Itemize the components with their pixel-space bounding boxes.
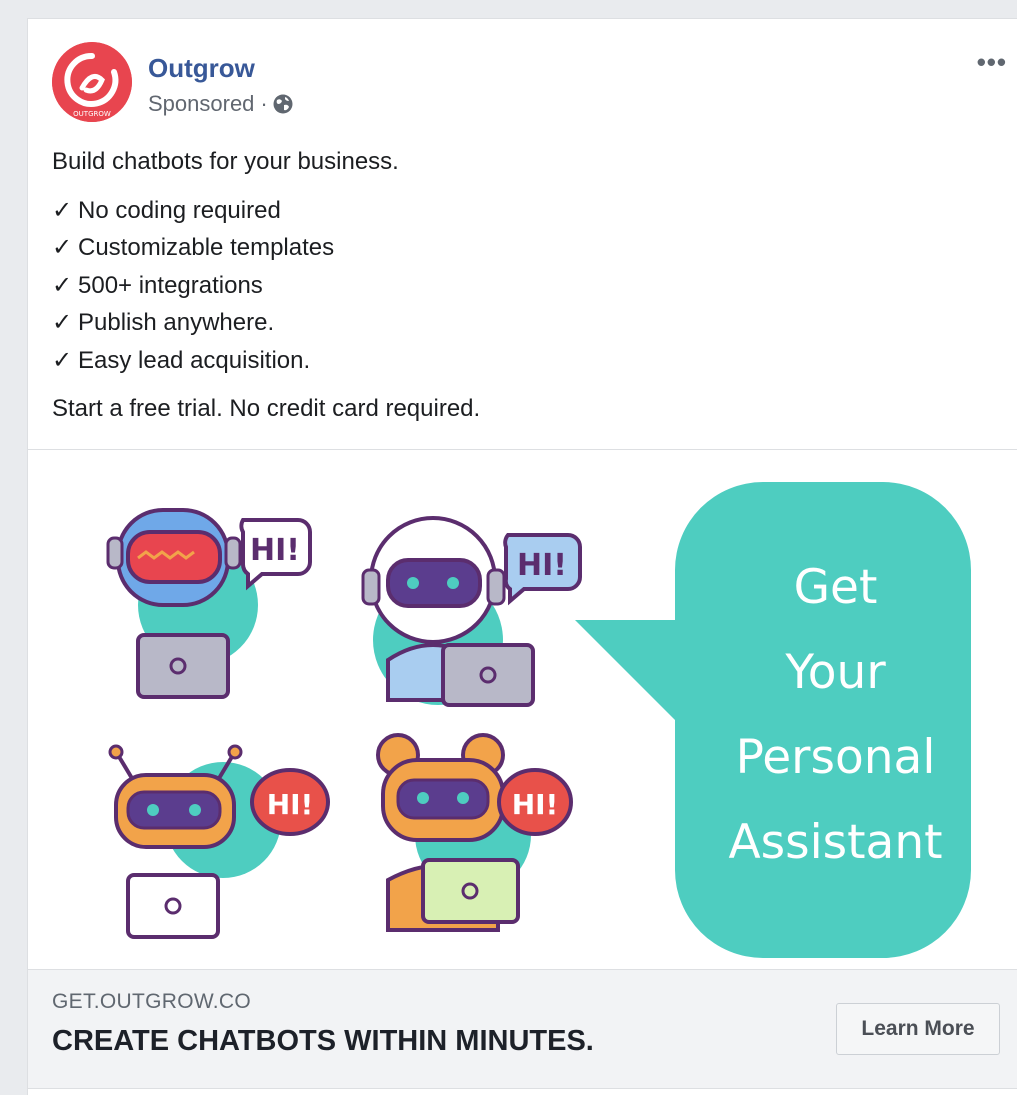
sponsored-label[interactable]: Sponsored [148, 91, 254, 117]
feature-text: Easy lead acquisition. [78, 346, 311, 374]
bubble-line: Personal [735, 730, 936, 785]
feature-item: ✓ No coding required [52, 192, 992, 230]
post-meta: Sponsored · [148, 91, 294, 117]
feature-text: Customizable templates [78, 234, 335, 261]
feature-item: ✓ Customizable templates [52, 229, 992, 267]
learn-more-button[interactable]: Learn More [836, 1003, 1000, 1055]
check-icon: ✓ [52, 196, 73, 224]
bubble-line: Assistant [728, 815, 943, 870]
post-body: Build chatbots for your business. ✓ No co… [52, 143, 992, 428]
speech-bubble-text: Get Your Personal Assistant [678, 545, 993, 885]
ad-image[interactable]: HI! HI! HI! HI! Get Your Personal Assist… [28, 449, 1017, 970]
logo-wordmark: OUTGROW [73, 110, 111, 118]
feature-text: 500+ integrations [78, 271, 263, 299]
globe-icon[interactable] [272, 93, 294, 115]
more-options-button[interactable]: ••• [977, 47, 1007, 78]
page-name-link[interactable]: Outgrow [148, 53, 255, 84]
check-icon: ✓ [52, 234, 73, 261]
feature-item: ✓ Easy lead acquisition. [52, 342, 992, 380]
greeting-text: HI! [250, 533, 300, 568]
post-intro: Build chatbots for your business. [52, 148, 399, 175]
greeting-text: HI! [267, 788, 314, 821]
feature-text: Publish anywhere. [78, 309, 275, 336]
post-closing: Start a free trial. No credit card requi… [52, 395, 481, 422]
ad-post-card: OUTGROW Outgrow Sponsored · ••• Build ch… [27, 18, 1017, 1095]
white-robot-illustration: HI! [361, 516, 582, 707]
check-icon: ✓ [52, 271, 73, 299]
bear-robot-illustration: HI! [376, 733, 573, 932]
bubble-line: Your [785, 645, 886, 700]
check-icon: ✓ [52, 346, 73, 374]
greeting-text: HI! [512, 788, 559, 821]
outgrow-logo-icon: OUTGROW [52, 42, 132, 122]
feature-list: ✓ No coding required ✓ Customizable templa… [52, 192, 992, 380]
link-headline[interactable]: CREATE CHATBOTS WITHIN MINUTES. [52, 1025, 594, 1058]
meta-separator: · [260, 91, 268, 116]
greeting-text: HI! [517, 548, 567, 583]
bubble-line: Get [793, 560, 878, 615]
feature-text: No coding required [78, 196, 281, 224]
link-preview-bar[interactable]: GET.OUTGROW.CO CREATE CHATBOTS WITHIN MI… [28, 969, 1017, 1089]
outgrow-logo-avatar[interactable]: OUTGROW [52, 42, 132, 122]
orange-robot-illustration: HI! [108, 744, 330, 939]
feature-item: ✓ 500+ integrations [52, 267, 992, 305]
blue-robot-illustration: HI! [106, 508, 312, 699]
feature-item: ✓ Publish anywhere. [52, 304, 992, 342]
link-domain[interactable]: GET.OUTGROW.CO [52, 990, 251, 1014]
check-icon: ✓ [52, 309, 73, 336]
